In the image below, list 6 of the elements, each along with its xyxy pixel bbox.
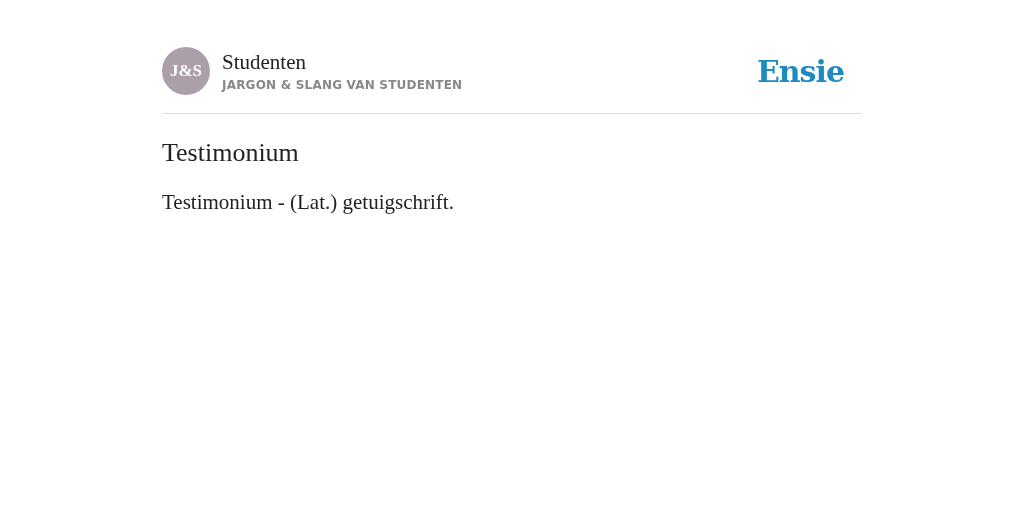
site-logo[interactable]: Ensie <box>756 53 844 89</box>
entry-definition: Testimonium - (Lat.) getuigschrift. <box>162 190 455 215</box>
source-title: Studenten <box>222 50 307 75</box>
source-avatar: J&S <box>162 47 210 95</box>
entry-heading: Testimonium <box>162 138 300 168</box>
source-subtitle: JARGON & SLANG VAN STUDENTEN <box>222 78 463 92</box>
